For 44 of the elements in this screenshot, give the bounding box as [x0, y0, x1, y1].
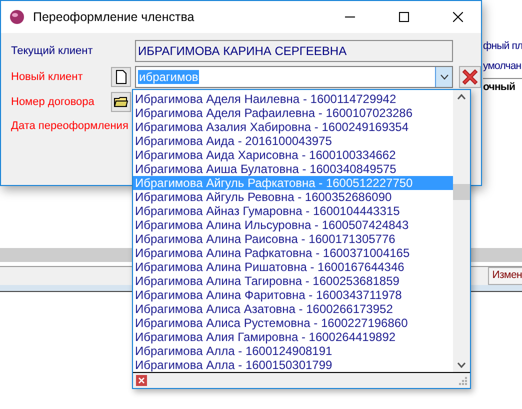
close-icon[interactable]: [453, 12, 463, 22]
scroll-up-icon[interactable]: [457, 94, 466, 100]
cross-icon: [460, 67, 480, 87]
list-item[interactable]: Ибрагимова Аида Харисовна - 1600100334662: [133, 148, 453, 162]
field-label: Новый клиент: [11, 70, 83, 85]
list-item[interactable]: Ибрагимова Алина Ильсуровна - 1600507424843: [133, 218, 453, 232]
document-icon: [115, 70, 127, 84]
list-item[interactable]: Ибрагимова Аида - 2016100043975: [133, 134, 453, 148]
window-title: Переоформление членства: [33, 10, 196, 24]
clear-button[interactable]: [136, 375, 147, 386]
list-item[interactable]: Ибрагимова Алина Раисовна - 1600171305776: [133, 232, 453, 246]
chevron-down-icon[interactable]: [440, 74, 448, 80]
background-text: умолчан: [483, 59, 522, 74]
open-folder-button[interactable]: [111, 92, 131, 112]
list-item[interactable]: Ибрагимова Аделя Наилевна - 1600114729942: [133, 92, 453, 106]
app-logo-icon: [9, 9, 25, 25]
background-text: фный пл: [483, 39, 522, 54]
scroll-down-icon[interactable]: [457, 362, 466, 368]
list-item[interactable]: Ибрагимова Аделя Рафаилевна - 1600107023286: [133, 106, 453, 120]
new-document-button[interactable]: [111, 67, 131, 87]
field-label: Номер договора: [11, 95, 94, 110]
list-item[interactable]: Ибрагимова Айназ Гумаровна - 1600104443315: [133, 204, 453, 218]
list-item[interactable]: Ибрагимова Алиса Азатовна - 1600266173952: [133, 302, 453, 316]
current-client-field: ИБРАГИМОВА КАРИНА СЕРГЕЕВНА: [135, 40, 453, 62]
list-item[interactable]: Ибрагимова Алия Гамировна - 1600264419892: [133, 330, 453, 344]
scrollbar-thumb[interactable]: [453, 184, 470, 200]
field-label: Дата переоформления: [11, 119, 128, 134]
list-item[interactable]: Ибрагимова Алла - 1600150301799: [133, 358, 453, 372]
field-label: Текущий клиент: [11, 44, 93, 59]
list-item[interactable]: Ибрагимова Алиса Рустемовна - 1600227196860: [133, 316, 453, 330]
list-item[interactable]: Ибрагимова Алина Фаритовна - 1600343711978: [133, 288, 453, 302]
list-item[interactable]: Ибрагимова Аиша Булатовна - 1600340849575: [133, 162, 453, 176]
list-item[interactable]: Ибрагимова Азалия Хабировна - 1600249169354: [133, 120, 453, 134]
list-item[interactable]: Ибрагимова Алла - 1600124908191: [133, 344, 453, 358]
folder-icon: [114, 96, 128, 108]
maximize-icon[interactable]: [399, 12, 409, 22]
list-item[interactable]: Ибрагимова Алина Ришатовна - 1600167644346: [133, 260, 453, 274]
minimize-icon[interactable]: [345, 16, 355, 18]
list-item[interactable]: Ибрагимова Алина Тагировна - 1600253681859: [133, 274, 453, 288]
delete-button[interactable]: [459, 66, 481, 88]
background-text: очный: [483, 78, 522, 96]
resize-grip-icon[interactable]: [459, 376, 467, 384]
background-field: Измен: [488, 267, 522, 285]
list-item[interactable]: Ибрагимова Айгуль Ревовна - 1600352686090: [133, 190, 453, 204]
